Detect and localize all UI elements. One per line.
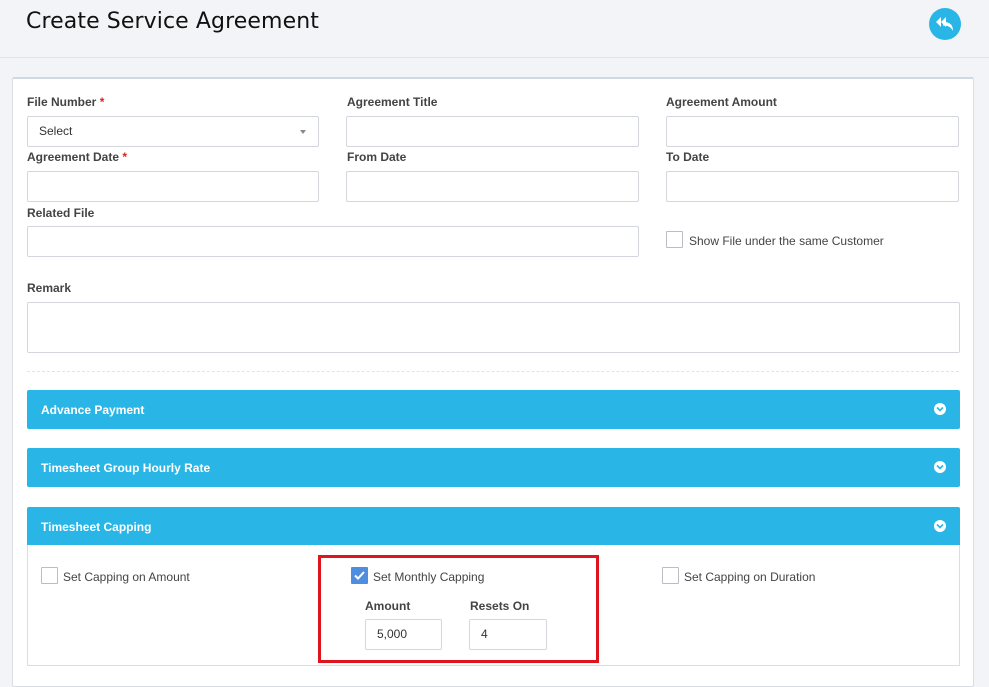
caret-down-icon xyxy=(300,130,306,134)
capping-on-amount-label: Set Capping on Amount xyxy=(63,570,190,584)
file-number-select[interactable]: Select xyxy=(27,116,319,147)
capping-on-duration-checkbox[interactable] xyxy=(662,567,679,584)
to-date-input[interactable] xyxy=(666,171,959,202)
chevron-down-icon xyxy=(934,461,946,473)
required-mark: * xyxy=(122,150,128,164)
back-button[interactable] xyxy=(929,8,961,40)
show-file-same-customer-label: Show File under the same Customer xyxy=(689,234,884,248)
page-title: Create Service Agreement xyxy=(26,9,319,34)
agreement-amount-input[interactable] xyxy=(666,116,959,147)
agreement-title-label: Agreement Title xyxy=(347,95,438,109)
required-mark: * xyxy=(99,95,105,109)
capping-on-amount-checkbox[interactable] xyxy=(41,567,58,584)
to-date-label: To Date xyxy=(666,150,710,164)
chevron-down-icon xyxy=(934,520,946,532)
agreement-date-label: Agreement Date * xyxy=(27,150,128,164)
show-file-same-customer-checkbox[interactable] xyxy=(666,231,683,248)
timesheet-group-hourly-rate-title: Timesheet Group Hourly Rate xyxy=(41,461,211,475)
from-date-label: From Date xyxy=(347,150,407,164)
timesheet-group-hourly-rate-accordion[interactable]: Timesheet Group Hourly Rate xyxy=(27,448,960,487)
advance-payment-accordion[interactable]: Advance Payment xyxy=(27,390,960,429)
reply-icon xyxy=(936,17,953,31)
file-number-label: File Number * xyxy=(27,95,105,109)
section-divider xyxy=(27,371,959,372)
timesheet-capping-title: Timesheet Capping xyxy=(41,520,152,534)
chevron-down-icon xyxy=(934,403,946,415)
page-header: Create Service Agreement xyxy=(0,0,989,58)
agreement-date-input[interactable] xyxy=(27,171,319,202)
remark-textarea[interactable] xyxy=(27,302,960,353)
related-file-label: Related File xyxy=(27,206,95,220)
agreement-title-input[interactable] xyxy=(346,116,639,147)
advance-payment-title: Advance Payment xyxy=(41,403,145,417)
file-number-selected-value: Select xyxy=(39,124,73,138)
agreement-amount-label: Agreement Amount xyxy=(666,95,777,109)
timesheet-capping-accordion[interactable]: Timesheet Capping xyxy=(27,507,960,546)
remark-label: Remark xyxy=(27,281,72,295)
highlight-box xyxy=(318,555,599,663)
related-file-input[interactable] xyxy=(27,226,639,257)
capping-on-duration-label: Set Capping on Duration xyxy=(684,570,816,584)
from-date-input[interactable] xyxy=(346,171,639,202)
